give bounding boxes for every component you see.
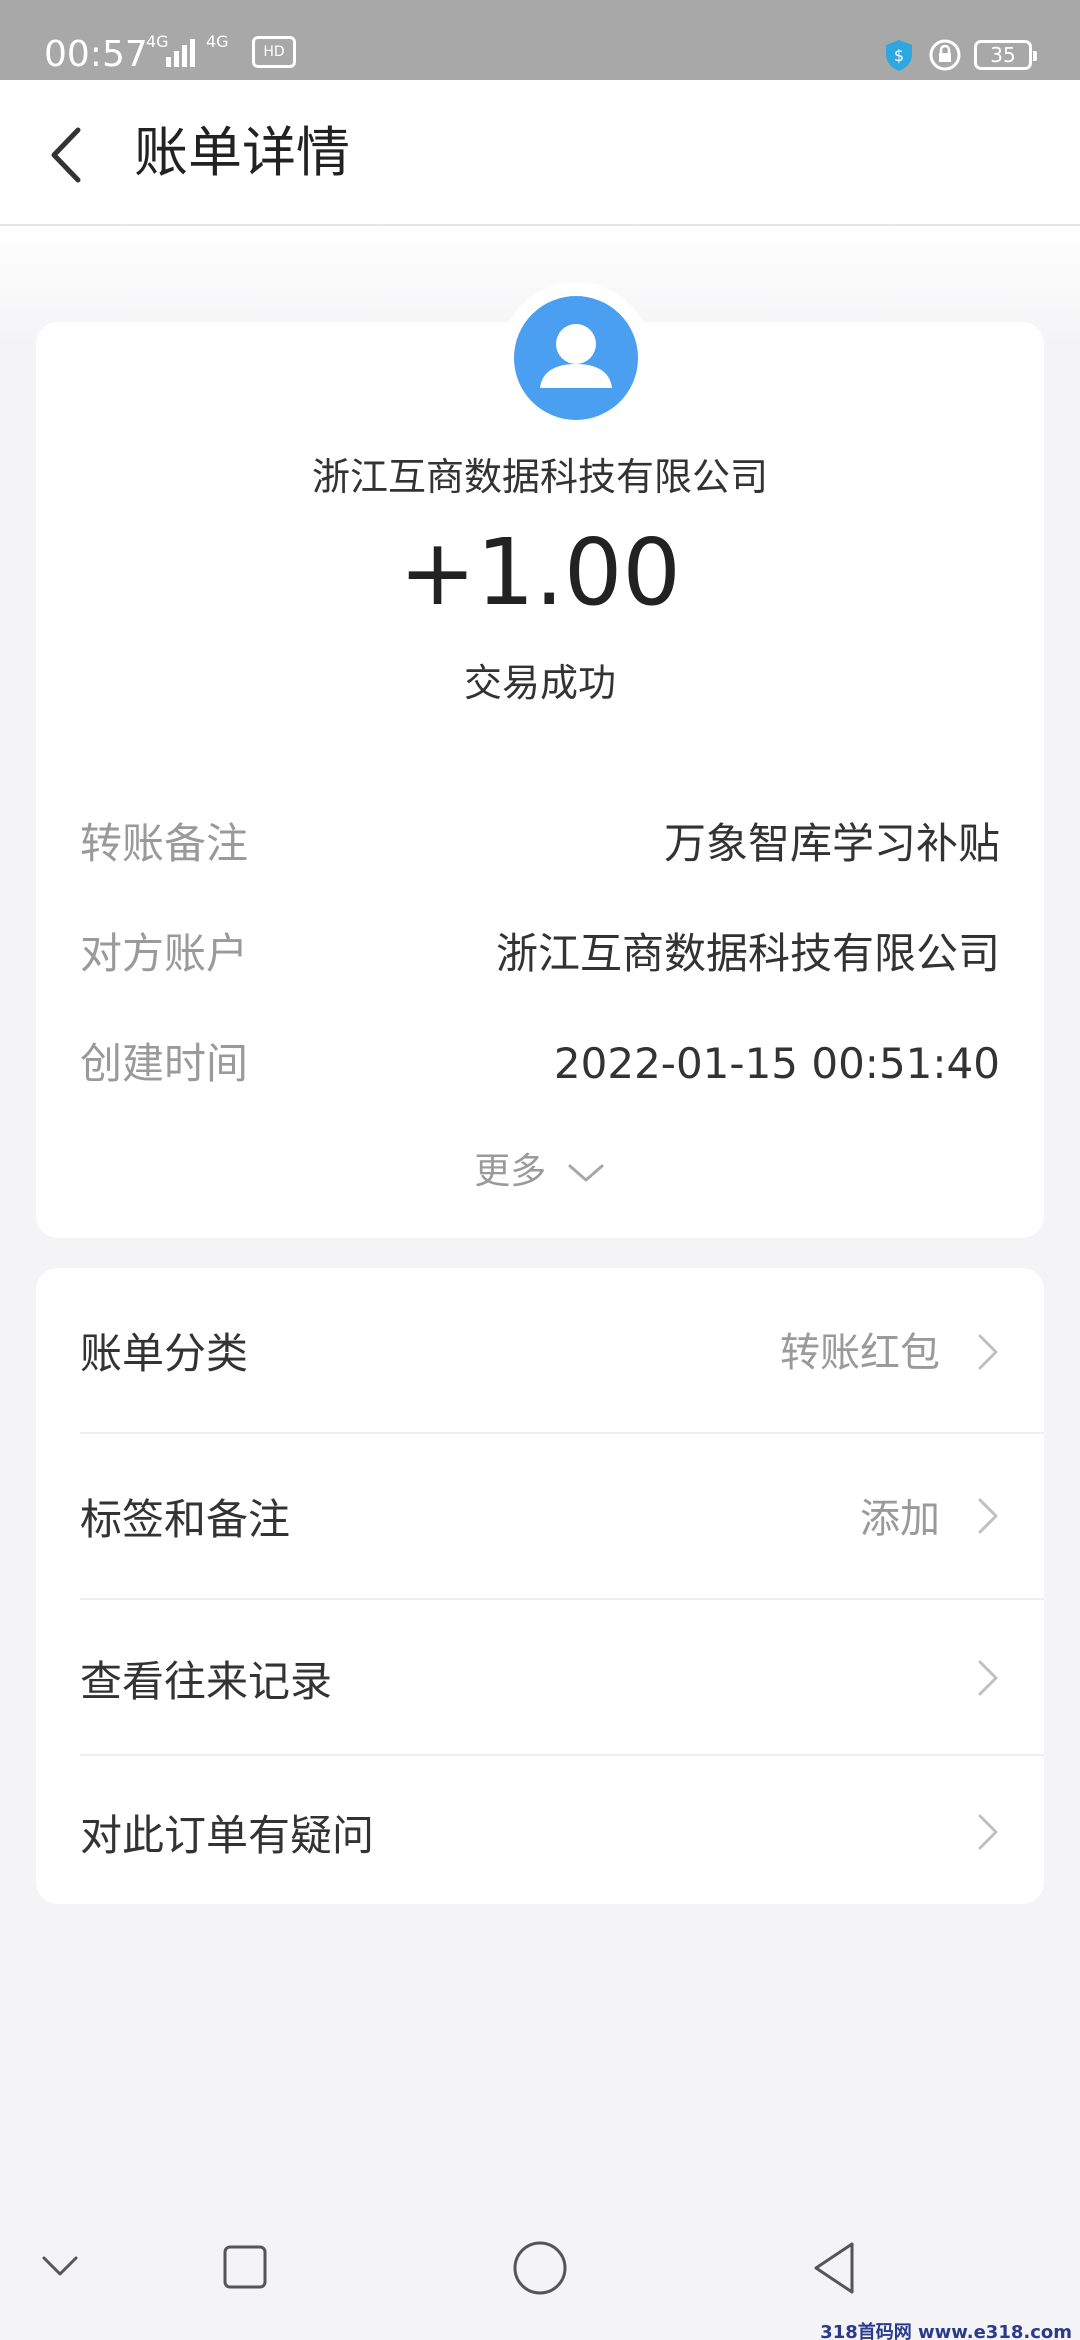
- menu-item-order-question[interactable]: 对此订单有疑问: [36, 1756, 1044, 1904]
- rotation-lock-icon: [929, 39, 961, 71]
- avatar-frame: [500, 282, 652, 434]
- detail-row-remark: 转账备注 万象智库学习补贴: [80, 816, 1000, 872]
- transaction-amount: +1.00: [399, 519, 681, 626]
- user-icon: [540, 324, 612, 388]
- menu-item-label: 账单分类: [80, 1329, 249, 1378]
- detail-label: 创建时间: [80, 1039, 249, 1088]
- detail-value: 2022-01-15 00:51:40: [553, 1039, 1000, 1088]
- more-toggle[interactable]: 更多: [36, 1142, 1044, 1194]
- menu-item-tags-notes[interactable]: 标签和备注 添加: [36, 1434, 1044, 1598]
- menu-item-label: 标签和备注: [80, 1495, 291, 1544]
- menu-item-bill-category[interactable]: 账单分类 转账红包: [36, 1268, 1044, 1432]
- chevron-right-icon: [978, 1814, 998, 1850]
- hd-voice-icon: HD: [252, 36, 296, 68]
- app-header: 账单详情: [0, 80, 1080, 226]
- menu-item-value: 转账红包: [780, 1330, 940, 1376]
- back-arrow-icon[interactable]: [40, 120, 100, 190]
- battery-icon: 35: [974, 40, 1037, 70]
- detail-label: 转账备注: [80, 819, 249, 868]
- nav-collapse-icon[interactable]: [40, 2254, 80, 2280]
- page-title: 账单详情: [134, 121, 350, 184]
- nav-recents-icon[interactable]: [222, 2244, 268, 2290]
- transaction-status: 交易成功: [463, 661, 616, 705]
- detail-row-created-time: 创建时间 2022-01-15 00:51:40: [80, 1036, 1000, 1092]
- status-time: 00:57: [44, 34, 148, 75]
- chevron-right-icon: [978, 1660, 998, 1696]
- nav-home-icon[interactable]: [512, 2240, 568, 2296]
- chevron-right-icon: [978, 1334, 998, 1370]
- signal-bars-1-icon: [166, 37, 195, 67]
- more-label: 更多: [474, 1151, 547, 1192]
- menu-item-label: 查看往来记录: [80, 1657, 333, 1706]
- menu-item-transaction-history[interactable]: 查看往来记录: [36, 1600, 1044, 1754]
- svg-text:$: $: [894, 46, 904, 65]
- detail-row-account: 对方账户 浙江互商数据科技有限公司: [80, 926, 1000, 982]
- chevron-down-icon: [568, 1164, 604, 1182]
- chevron-right-icon: [978, 1498, 998, 1534]
- signal-type-2: 4G: [206, 32, 229, 51]
- nav-back-icon[interactable]: [810, 2240, 858, 2296]
- actions-card: 账单分类 转账红包 标签和备注 添加 查看往来记录 对此订单有疑问: [36, 1268, 1044, 1904]
- menu-item-value: 添加: [860, 1496, 940, 1542]
- payee-name: 浙江互商数据科技有限公司: [311, 455, 768, 499]
- watermark-text: 318首码网 www.e318.com: [820, 2322, 1072, 2340]
- detail-value: 浙江互商数据科技有限公司: [495, 929, 1000, 978]
- menu-item-label: 对此订单有疑问: [80, 1811, 375, 1860]
- detail-label: 对方账户: [80, 929, 249, 978]
- shield-icon: $: [886, 40, 912, 71]
- avatar[interactable]: [514, 296, 638, 420]
- transaction-card: 浙江互商数据科技有限公司 +1.00 交易成功 转账备注 万象智库学习补贴 对方…: [36, 282, 1044, 1238]
- detail-value: 万象智库学习补贴: [663, 819, 1000, 868]
- status-bar: 00:57 4G 4G HD $ 35: [0, 0, 1080, 80]
